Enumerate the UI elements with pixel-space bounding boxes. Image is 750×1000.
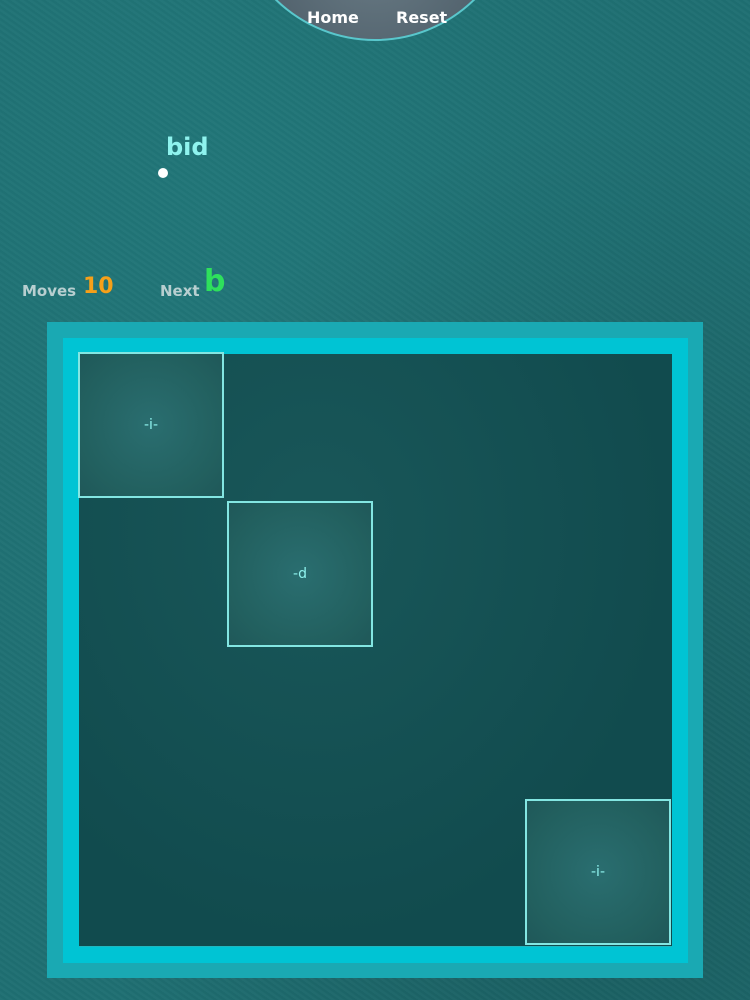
moves-value: 10 bbox=[83, 274, 114, 299]
board-tile[interactable]: -i- bbox=[525, 799, 671, 945]
moves-label: Moves bbox=[22, 282, 77, 300]
cursor-dot-icon bbox=[158, 168, 168, 178]
next-letter: b bbox=[204, 264, 226, 299]
top-menu-panel bbox=[232, 0, 518, 41]
board-tile[interactable]: -d bbox=[227, 501, 373, 647]
reset-button[interactable]: Reset bbox=[396, 8, 447, 27]
home-button[interactable]: Home bbox=[307, 8, 359, 27]
board-tile[interactable]: -i- bbox=[78, 352, 224, 498]
current-word: bid bbox=[166, 133, 209, 161]
next-label: Next bbox=[160, 282, 200, 300]
